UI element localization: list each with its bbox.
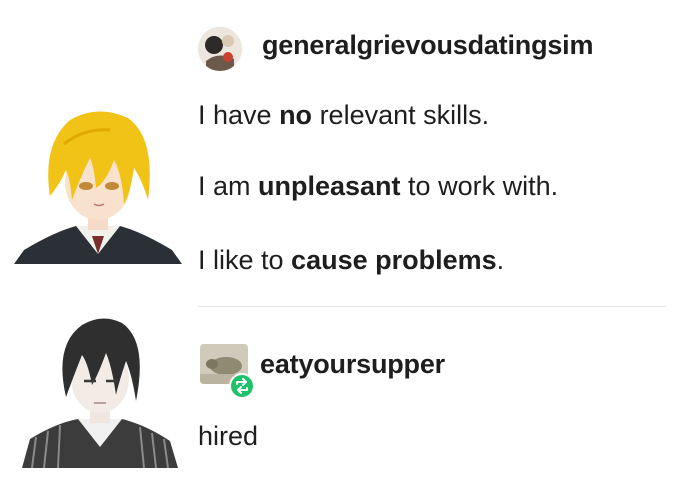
reblog-icon — [229, 373, 255, 399]
post-line-1: I have no relevant skills. — [198, 100, 490, 130]
generalgrievousdatingsim-avatar[interactable] — [198, 27, 242, 71]
post-line-2: I am unpleasant to work with. — [198, 171, 559, 201]
post-divider — [198, 306, 666, 307]
blonde-character-illustration — [14, 104, 182, 264]
dark-haired-character-illustration — [22, 315, 178, 469]
post-line-3: I like to cause problems. — [198, 245, 505, 275]
reply-text: hired — [198, 421, 259, 451]
reply-username[interactable]: eatyoursupper — [260, 349, 445, 380]
post-username[interactable]: generalgrievousdatingsim — [262, 30, 593, 61]
